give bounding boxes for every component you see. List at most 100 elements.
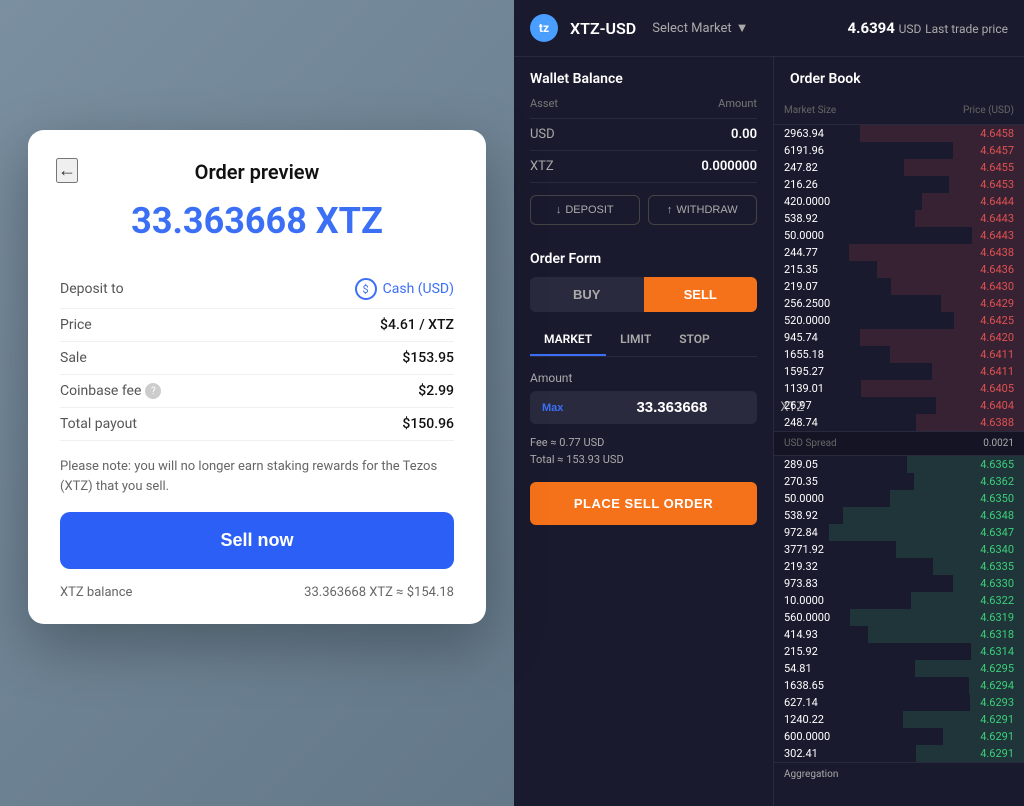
xtz-balance-label: XTZ balance: [60, 585, 132, 600]
aggregation-row: Aggregation: [774, 762, 1024, 786]
ob-buy-size: 289.05: [784, 458, 864, 471]
ob-sell-size: 256.2500: [784, 297, 864, 310]
sell-now-button[interactable]: Sell now: [60, 512, 454, 569]
ob-sell-size: 50.0000: [784, 229, 864, 242]
fee-row: Coinbase fee ? $2.99: [60, 375, 454, 408]
ob-sell-size: 1139.01: [784, 382, 864, 395]
order-book-panel: Order Book Market Size Price (USD) 2963.…: [774, 57, 1024, 806]
stop-tab[interactable]: STOP: [665, 324, 724, 356]
ob-sell-size: 247.82: [784, 161, 864, 174]
order-book-buy-row: 10.0000 4.6322: [774, 592, 1024, 609]
order-book-buy-row: 627.14 4.6293: [774, 694, 1024, 711]
order-book-sell-row: 6191.96 4.6457: [774, 142, 1024, 159]
fee-label: Coinbase fee ?: [60, 383, 161, 399]
deposit-value: $ Cash (USD): [355, 278, 454, 300]
order-book-buy-row: 289.05 4.6365: [774, 456, 1024, 473]
order-book-sell-row: 248.74 4.6388: [774, 414, 1024, 431]
sale-row: Sale $153.95: [60, 342, 454, 375]
usd-asset-label: USD: [530, 127, 555, 142]
order-book-buy-row: 1638.65 4.6294: [774, 677, 1024, 694]
order-book-sell-row: 219.07 4.6430: [774, 278, 1024, 295]
ob-sell-size: 538.92: [784, 212, 864, 225]
modal-note: Please note: you will no longer earn sta…: [60, 457, 454, 496]
ob-sell-size: 520.0000: [784, 314, 864, 327]
order-book-buy-row: 3771.92 4.6340: [774, 541, 1024, 558]
ob-buy-size: 627.14: [784, 696, 864, 709]
order-book-sell-row: 26.97 4.6404: [774, 397, 1024, 414]
order-book-buy-row: 302.41 4.6291: [774, 745, 1024, 762]
withdraw-icon: ↑: [667, 204, 673, 216]
order-type-tabs: MARKET LIMIT STOP: [530, 324, 757, 357]
ob-sell-size: 1655.18: [784, 348, 864, 361]
order-book-buy-row: 600.0000 4.6291: [774, 728, 1024, 745]
order-book-sell-row: 50.0000 4.6443: [774, 227, 1024, 244]
ob-buy-size: 219.32: [784, 560, 864, 573]
amount-label: Amount: [530, 371, 757, 385]
withdraw-button[interactable]: ↑ WITHDRAW: [648, 195, 758, 225]
wallet-header: Asset Amount: [530, 97, 757, 119]
order-book-header: Market Size Price (USD): [774, 97, 1024, 125]
ob-buy-size: 600.0000: [784, 730, 864, 743]
wallet-section-title: Wallet Balance: [514, 57, 773, 97]
order-book-sell-row: 520.0000 4.6425: [774, 312, 1024, 329]
select-market-button[interactable]: Select Market ▼: [652, 20, 748, 36]
max-button[interactable]: Max: [542, 402, 563, 414]
order-book-sell-row: 420.0000 4.6444: [774, 193, 1024, 210]
order-book-rows: 2963.94 4.6458 6191.96 4.6457 247.82 4.6…: [774, 125, 1024, 806]
buy-tab[interactable]: BUY: [530, 277, 644, 312]
order-book-buy-row: 414.93 4.6318: [774, 626, 1024, 643]
sell-tab[interactable]: SELL: [644, 277, 758, 312]
xtz-asset-label: XTZ: [530, 159, 554, 174]
order-book-buy-row: 1240.22 4.6291: [774, 711, 1024, 728]
help-icon[interactable]: ?: [145, 383, 161, 399]
order-book-buy-row: 215.92 4.6314: [774, 643, 1024, 660]
asset-column-header: Asset: [530, 97, 558, 110]
sale-value: $153.95: [402, 350, 454, 366]
ob-sell-size: 216.26: [784, 178, 864, 191]
xtz-balance-value: 33.363668 XTZ ≈ $154.18: [304, 585, 454, 600]
order-book-buy-row: 219.32 4.6335: [774, 558, 1024, 575]
trading-header: tz XTZ-USD Select Market ▼ 4.6394 USD La…: [514, 0, 1024, 57]
order-book-buy-row: 50.0000 4.6350: [774, 490, 1024, 507]
place-sell-order-button[interactable]: PLACE SELL ORDER: [530, 482, 757, 525]
usd-amount: 0.00: [731, 127, 757, 142]
order-book-buy-row: 972.84 4.6347: [774, 524, 1024, 541]
amount-input[interactable]: [571, 399, 772, 416]
ob-buy-size: 414.93: [784, 628, 864, 641]
ob-buy-size: 3771.92: [784, 543, 864, 556]
order-form: BUY SELL MARKET LIMIT STOP Amount Max XT…: [514, 277, 773, 806]
xtz-logo: tz: [530, 14, 558, 42]
ob-buy-size: 10.0000: [784, 594, 864, 607]
order-book-sell-row: 247.82 4.6455: [774, 159, 1024, 176]
order-book-sell-row: 1139.01 4.6405: [774, 380, 1024, 397]
spread-label: USD Spread: [784, 438, 837, 449]
market-size-header: Market Size: [784, 105, 836, 116]
back-button[interactable]: ←: [56, 158, 78, 183]
sale-label: Sale: [60, 350, 87, 366]
price-row: Price $4.61 / XTZ: [60, 309, 454, 342]
limit-tab[interactable]: LIMIT: [606, 324, 665, 356]
ob-sell-size: 248.74: [784, 416, 864, 429]
xtz-amount: 0.000000: [701, 159, 757, 174]
order-preview-modal: ← Order preview 33.363668 XTZ Deposit to…: [28, 130, 486, 624]
total-payout-row: Total payout $150.96: [60, 408, 454, 441]
spread-row: USD Spread 0.0021: [774, 431, 1024, 456]
market-tab[interactable]: MARKET: [530, 324, 606, 356]
order-book-buy-row: 560.0000 4.6319: [774, 609, 1024, 626]
modal-title: Order preview: [60, 160, 454, 184]
ob-sell-size: 219.07: [784, 280, 864, 293]
chevron-down-icon: ▼: [736, 20, 749, 36]
ob-sell-size: 2963.94: [784, 127, 864, 140]
ob-sell-size: 945.74: [784, 331, 864, 344]
spread-value: 0.0021: [983, 438, 1014, 449]
left-panel: Wallet Balance Asset Amount USD 0.00 XTZ…: [514, 57, 774, 806]
order-book-title: Order Book: [774, 57, 1024, 97]
ob-buy-size: 1240.22: [784, 713, 864, 726]
wallet-row-usd: USD 0.00: [530, 119, 757, 151]
total-payout-value: $150.96: [402, 416, 454, 432]
deposit-button[interactable]: ↓ DEPOSIT: [530, 195, 640, 225]
amount-column-header: Amount: [718, 97, 757, 110]
order-book-sell-row: 538.92 4.6443: [774, 210, 1024, 227]
price-value: $4.61 / XTZ: [380, 317, 454, 333]
ob-buy-size: 1638.65: [784, 679, 864, 692]
